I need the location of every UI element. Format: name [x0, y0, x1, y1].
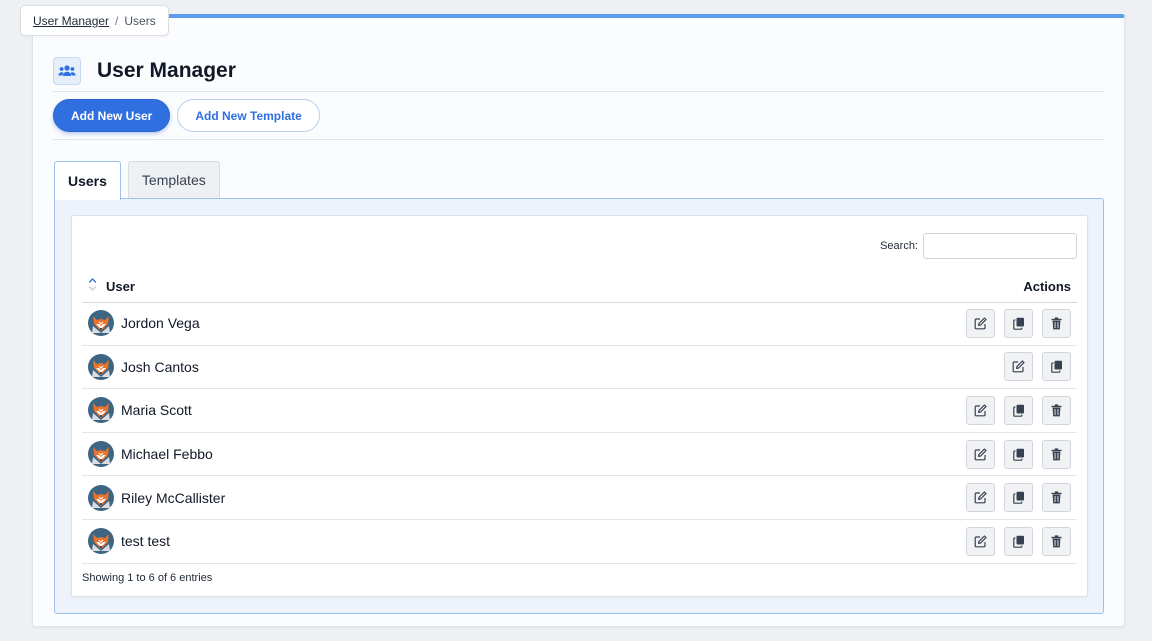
delete-button[interactable] — [1042, 483, 1071, 513]
copy-button[interactable] — [1004, 308, 1033, 338]
table-header: User Actions — [82, 270, 1077, 303]
user-name[interactable]: Josh Cantos — [121, 359, 199, 375]
copy-icon — [1012, 317, 1024, 330]
breadcrumb: User Manager / Users — [20, 5, 169, 36]
edit-button[interactable] — [966, 483, 995, 513]
table-row: Michael Febbo — [82, 433, 1077, 477]
user-name[interactable]: Riley McCallister — [121, 490, 225, 506]
row-actions — [1004, 352, 1077, 382]
row-actions — [966, 526, 1077, 556]
user-avatar — [88, 353, 114, 380]
tab-users[interactable]: Users — [54, 161, 121, 200]
edit-icon — [1012, 360, 1025, 373]
edit-button[interactable] — [966, 395, 995, 425]
column-header-user[interactable]: User — [82, 277, 135, 295]
tab-bar: Users Templates — [54, 161, 220, 200]
buttons-divider — [53, 139, 1104, 140]
edit-icon — [974, 404, 987, 417]
tab-templates[interactable]: Templates — [127, 161, 220, 198]
copy-button[interactable] — [1004, 483, 1033, 513]
copy-icon — [1012, 404, 1024, 417]
user-cell: Michael Febbo — [82, 441, 213, 468]
copy-icon — [1012, 448, 1024, 461]
breadcrumb-separator: / — [115, 13, 119, 28]
user-cell: Riley McCallister — [82, 484, 225, 511]
user-cell: Josh Cantos — [82, 353, 199, 380]
trash-icon — [1051, 535, 1062, 548]
table-row: test test — [82, 520, 1077, 564]
fox-icon — [92, 447, 110, 465]
table-row: Maria Scott — [82, 389, 1077, 433]
user-avatar — [88, 441, 114, 468]
delete-button[interactable] — [1042, 395, 1071, 425]
column-header-actions: Actions — [1023, 278, 1071, 294]
user-avatar — [88, 528, 114, 555]
delete-button[interactable] — [1042, 526, 1071, 556]
user-avatar — [88, 310, 114, 337]
copy-icon — [1012, 535, 1024, 548]
trash-icon — [1051, 317, 1062, 330]
breadcrumb-current: Users — [124, 13, 156, 28]
user-avatar — [88, 484, 114, 511]
copy-button[interactable] — [1042, 352, 1071, 382]
user-name[interactable]: Michael Febbo — [121, 446, 213, 462]
copy-icon — [1012, 491, 1024, 504]
edit-button[interactable] — [966, 439, 995, 469]
table-row: Josh Cantos — [82, 346, 1077, 390]
row-actions — [966, 439, 1077, 469]
fox-icon — [92, 403, 110, 421]
table-body: Jordon Vega Josh Cantos Maria Scott Mich… — [82, 302, 1077, 564]
trash-icon — [1051, 491, 1062, 504]
trash-icon — [1051, 404, 1062, 417]
edit-icon — [974, 317, 987, 330]
fox-icon — [92, 359, 110, 377]
row-actions — [966, 483, 1077, 513]
breadcrumb-link-user-manager[interactable]: User Manager — [33, 14, 109, 28]
table-row: Jordon Vega — [82, 302, 1077, 346]
user-cell: Maria Scott — [82, 397, 192, 424]
row-actions — [966, 395, 1077, 425]
user-cell: Jordon Vega — [82, 310, 200, 337]
fox-icon — [92, 316, 110, 334]
copy-button[interactable] — [1004, 395, 1033, 425]
column-label-user: User — [106, 278, 135, 294]
table-info: Showing 1 to 6 of 6 entries — [82, 572, 213, 584]
users-tab-panel: Search: User Actions Jordon Vega Josh Ca… — [54, 198, 1104, 614]
fox-icon — [92, 490, 110, 508]
main-card: User Manager Add New User Add New Templa… — [32, 14, 1125, 627]
title-divider — [53, 91, 1104, 92]
fox-icon — [92, 534, 110, 552]
search-input[interactable] — [923, 233, 1077, 259]
edit-button[interactable] — [1004, 352, 1033, 382]
copy-icon — [1050, 361, 1062, 374]
user-avatar — [88, 397, 114, 424]
copy-button[interactable] — [1004, 439, 1033, 469]
add-new-user-button[interactable]: Add New User — [53, 99, 171, 132]
users-group-icon — [53, 57, 81, 85]
copy-button[interactable] — [1004, 526, 1033, 556]
row-actions — [966, 308, 1077, 338]
edit-icon — [974, 491, 987, 504]
trash-icon — [1051, 447, 1062, 460]
edit-button[interactable] — [966, 526, 995, 556]
delete-button[interactable] — [1042, 308, 1071, 338]
sort-icon[interactable] — [88, 277, 97, 295]
edit-icon — [974, 535, 987, 548]
user-name[interactable]: Maria Scott — [121, 402, 192, 418]
user-name[interactable]: Jordon Vega — [121, 315, 200, 331]
table-row: Riley McCallister — [82, 476, 1077, 520]
edit-button[interactable] — [966, 308, 995, 338]
action-buttons: Add New User Add New Template — [53, 99, 320, 132]
user-cell: test test — [82, 528, 170, 555]
delete-button[interactable] — [1042, 439, 1071, 469]
page-title: User Manager — [97, 59, 236, 82]
user-name[interactable]: test test — [121, 533, 170, 549]
search-label: Search: — [880, 240, 918, 252]
search-box: Search: — [880, 233, 1077, 259]
edit-icon — [974, 447, 987, 460]
add-new-template-button[interactable]: Add New Template — [177, 99, 320, 132]
title-row: User Manager — [53, 51, 1104, 91]
users-table-card: Search: User Actions Jordon Vega Josh Ca… — [71, 215, 1088, 597]
